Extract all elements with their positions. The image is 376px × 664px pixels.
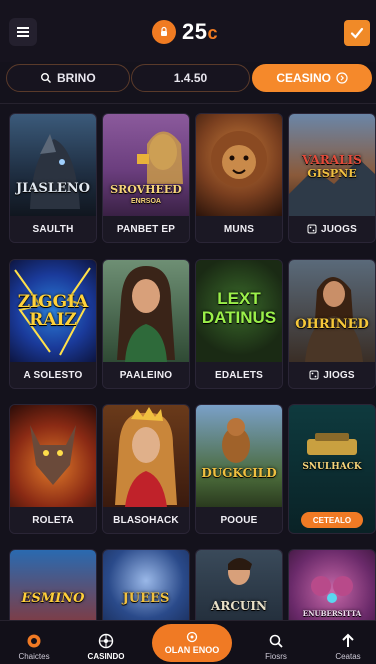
game-art: DUGKCILD: [196, 405, 282, 507]
filter-tabs: BRINO 1.4.50 CEASINO: [6, 64, 372, 92]
game-label: ROLETA: [10, 507, 96, 533]
nav-label: Chaictes: [18, 652, 50, 661]
game-art-title: ARCUIN: [211, 599, 267, 613]
game-label: A SOLESTO: [10, 362, 96, 388]
nav-label: Ceatas: [335, 652, 361, 661]
game-label: JIOGS: [289, 362, 375, 388]
search-icon: [269, 634, 283, 648]
game-card[interactable]: LEXT DATINUS EDALETS: [196, 260, 282, 388]
nav-label: OLAN ENOO: [164, 645, 220, 655]
game-card[interactable]: SNULHACK CETEALO: [289, 405, 375, 533]
bottom-nav: Chaictes CASINDO OLAN ENOO Fiosrs Ceatas: [0, 620, 376, 664]
check-icon: [350, 27, 364, 39]
game-label: PAALEINO: [103, 362, 189, 388]
nav-item-olan-enoo[interactable]: OLAN ENOO: [152, 624, 232, 662]
nav-item-chaictes[interactable]: Chaictes: [4, 633, 64, 661]
roulette-icon: [98, 633, 114, 649]
tab-label: 1.4.50: [173, 71, 208, 85]
game-art: JIASLENO: [10, 114, 96, 216]
game-art: LEXT DATINUS: [196, 260, 282, 362]
game-art: [103, 260, 189, 362]
balance-value: 25c: [182, 19, 218, 44]
game-art-title: SROVHEED: [110, 183, 182, 196]
arrow-right-circle-icon: [336, 72, 348, 84]
tab-brino[interactable]: BRINO: [6, 64, 130, 92]
game-art-title: LEXT DATINUS: [201, 289, 277, 327]
search-icon: [40, 73, 51, 83]
game-label: PANBET EP: [103, 216, 189, 242]
dice-icon: [307, 224, 317, 234]
game-art-title: DUGKCILD: [201, 466, 277, 480]
nav-label: CASINDO: [87, 652, 125, 661]
nav-item-ceatas[interactable]: Ceatas: [318, 633, 376, 661]
game-art: [103, 405, 189, 507]
coin-icon: [152, 20, 176, 44]
game-label: JUOGS: [289, 216, 375, 242]
nav-item-fiosrs[interactable]: Fiosrs: [246, 633, 306, 661]
top-bar: 25c: [0, 0, 376, 62]
game-art-title: JUEES: [122, 591, 170, 606]
game-label: POOUE: [196, 507, 282, 533]
balance-display: 25c: [152, 17, 218, 47]
game-art-title: JIASLENO: [16, 181, 90, 196]
menu-button[interactable]: [9, 18, 37, 46]
game-art-title: ESMINO: [21, 591, 85, 606]
nav-item-casindo[interactable]: CASINDO: [76, 633, 136, 661]
game-card[interactable]: DUGKCILD POOUE: [196, 405, 282, 533]
confirm-button[interactable]: [344, 20, 370, 46]
game-art: ZIGGIA RAIZ: [10, 260, 96, 362]
play-button[interactable]: CETEALO: [301, 512, 363, 528]
game-art-title: OHRINED: [295, 317, 369, 332]
game-art: OHRINED: [289, 260, 375, 362]
tab-label: CEASINO: [276, 71, 331, 85]
game-card[interactable]: PAALEINO: [103, 260, 189, 388]
arrow-up-icon: [342, 633, 354, 647]
game-label: MUNS: [196, 216, 282, 242]
target-icon: [186, 631, 198, 643]
game-grid: JIASLENO SAULTH SROVHEED ENRSOA PANBET E…: [0, 103, 376, 664]
game-card[interactable]: MUNS: [196, 114, 282, 242]
balance-unit: c: [207, 23, 218, 43]
game-card[interactable]: OHRINED JIOGS: [289, 260, 375, 388]
game-art: [196, 114, 282, 216]
game-label: EDALETS: [196, 362, 282, 388]
game-art: VARALIS GISPNE: [289, 114, 375, 216]
game-card[interactable]: ROLETA: [10, 405, 96, 533]
game-card[interactable]: BLASOHACK: [103, 405, 189, 533]
dice-icon: [309, 370, 319, 380]
tab-version[interactable]: 1.4.50: [130, 64, 251, 92]
game-art: SROVHEED ENRSOA: [103, 114, 189, 216]
game-art-title: ZIGGIA RAIZ: [17, 292, 89, 330]
game-card[interactable]: ZIGGIA RAIZ A SOLESTO: [10, 260, 96, 388]
game-art-title: VARALIS: [302, 153, 362, 167]
game-card[interactable]: JIASLENO SAULTH: [10, 114, 96, 242]
game-art-title: SNULHACK: [302, 462, 362, 472]
game-art-title: ENUBERSITTA: [302, 609, 362, 618]
game-art-subtitle: GISPNE: [307, 167, 357, 180]
hamburger-icon: [17, 27, 29, 37]
tab-label: BRINO: [56, 71, 96, 85]
chip-icon: [27, 634, 41, 648]
game-label: SAULTH: [10, 216, 96, 242]
game-card[interactable]: SROVHEED ENRSOA PANBET EP: [103, 114, 189, 242]
game-card[interactable]: VARALIS GISPNE JUOGS: [289, 114, 375, 242]
game-label: BLASOHACK: [103, 507, 189, 533]
tab-ceasino[interactable]: CEASINO: [252, 64, 372, 92]
game-art: [10, 405, 96, 507]
game-art-subtitle: ENRSOA: [131, 198, 161, 205]
nav-label: Fiosrs: [265, 652, 287, 661]
